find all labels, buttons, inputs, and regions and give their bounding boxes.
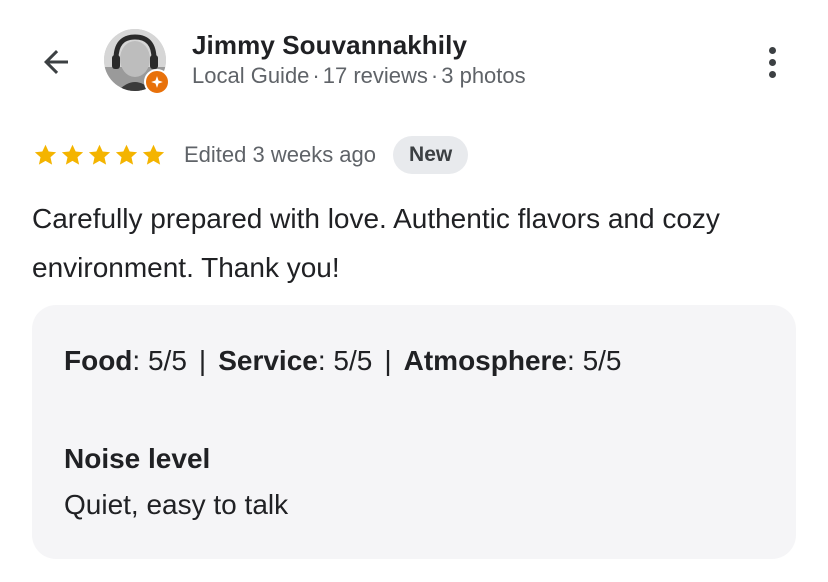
local-guide-badge-icon	[144, 69, 170, 95]
atmosphere-rating: 5/5	[582, 345, 622, 376]
noise-level-value: Quiet, easy to talk	[64, 489, 289, 520]
edited-timestamp: Edited 3 weeks ago	[184, 142, 377, 167]
star-icon	[61, 144, 84, 165]
rating-divider: |	[384, 345, 392, 376]
star-icon	[115, 144, 138, 165]
food-rating: 5/5	[147, 345, 187, 376]
back-button[interactable]	[36, 42, 76, 82]
meta-separator: ·	[430, 63, 439, 88]
more-vertical-icon	[768, 46, 776, 54]
star-rating	[32, 142, 167, 168]
more-options-button[interactable]	[752, 40, 792, 84]
rating-row: Edited 3 weeks ago New	[32, 135, 469, 175]
local-guide-label: Local Guide	[192, 63, 310, 88]
arrow-left-icon	[44, 50, 68, 74]
star-icon	[142, 144, 165, 165]
review-details-card: Food: 5/5 | Service: 5/5 | Atmosphere: 5/5 N…	[32, 305, 796, 559]
meta-separator: ·	[312, 63, 320, 88]
service-rating: 5/5	[333, 345, 373, 376]
review-text: Carefully prepared with love. Authentic …	[32, 203, 720, 283]
new-badge: New	[393, 136, 469, 174]
noise-level-label: Noise level	[64, 443, 211, 474]
reviewer-name[interactable]: Jimmy Souvannakhily	[192, 30, 467, 61]
review-count: 17 reviews	[322, 63, 428, 88]
reviewer-meta[interactable]: Local Guide · 17 reviews · 3 photos	[192, 63, 526, 89]
service-label: Service	[218, 345, 318, 376]
star-icon	[34, 144, 57, 165]
rating-divider: |	[198, 345, 207, 376]
food-label: Food	[64, 345, 133, 376]
star-icon	[88, 144, 111, 165]
photo-count: 3 photos	[441, 63, 526, 88]
avatar[interactable]	[104, 29, 170, 95]
atmosphere-label: Atmosphere	[403, 345, 567, 376]
category-ratings: Food: 5/5 | Service: 5/5 | Atmosphere: 5/5	[64, 345, 622, 376]
